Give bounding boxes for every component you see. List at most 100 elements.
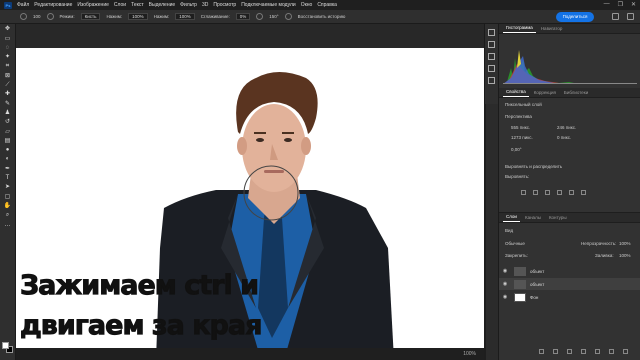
visibility-eye-icon[interactable]: ◉ (499, 281, 511, 287)
width-field[interactable]: 555 пикс. (511, 125, 530, 130)
layer-name[interactable]: Фон (530, 295, 538, 300)
menu-text[interactable]: Текст (131, 2, 144, 8)
align-left-icon[interactable] (521, 190, 526, 195)
visibility-eye-icon[interactable]: ◉ (499, 294, 511, 300)
brushes-panel-icon[interactable] (488, 77, 495, 84)
adjustment-icon[interactable] (581, 349, 586, 354)
y-field[interactable]: 0 пикс. (557, 135, 571, 140)
zoom-tool-icon[interactable]: ⌕ (4, 212, 12, 219)
healing-brush-icon[interactable]: ✚ (4, 91, 12, 98)
zoom-level[interactable]: 100% (463, 351, 476, 357)
align-right-icon[interactable] (545, 190, 550, 195)
eraser-tool-icon[interactable]: ▱ (4, 129, 12, 136)
blur-tool-icon[interactable]: ● (4, 147, 12, 154)
brush-preset-icon[interactable] (20, 13, 27, 20)
pen-tool-icon[interactable]: ✒ (4, 166, 12, 173)
height-field[interactable]: 1273 пикс. (511, 135, 533, 140)
brush-tool-icon[interactable]: ✎ (4, 101, 12, 108)
tab-navigator[interactable]: Навигатор (538, 26, 566, 33)
hand-tool-icon[interactable]: ✋ (4, 203, 12, 210)
paragraph-panel-icon[interactable] (488, 53, 495, 60)
tab-layers[interactable]: Слои (503, 214, 520, 222)
align-bottom-icon[interactable] (581, 190, 586, 195)
maximize-button[interactable]: ❐ (618, 1, 623, 8)
lasso-tool-icon[interactable]: ◌ (4, 45, 12, 52)
blend-mode-select[interactable]: Обычные (505, 241, 525, 246)
fill-label: Заливка: (595, 253, 614, 258)
menu-edit[interactable]: Редактирование (34, 2, 72, 8)
checkbox-icon[interactable] (284, 13, 292, 20)
character-panel-icon[interactable] (488, 65, 495, 72)
frame-tool-icon[interactable]: ⊠ (4, 73, 12, 80)
tab-properties[interactable]: Свойства (503, 89, 529, 97)
fx-icon[interactable] (553, 349, 558, 354)
menu-image[interactable]: Изображение (77, 2, 109, 8)
foreground-color-swatch[interactable] (2, 342, 9, 349)
tab-libraries[interactable]: Библиотеки (561, 90, 591, 97)
angle-value[interactable]: 150° (269, 14, 278, 19)
mask-icon[interactable] (567, 349, 572, 354)
angle-field[interactable]: 0,00° (511, 147, 522, 152)
menu-window[interactable]: Окно (301, 2, 313, 8)
tab-histogram[interactable]: Гистограмма (503, 25, 536, 33)
layer-row-selected[interactable]: ◉ объект (499, 278, 640, 290)
align-middle-icon[interactable] (569, 190, 574, 195)
crop-tool-icon[interactable]: ⌗ (4, 63, 12, 70)
pressure-input[interactable]: 100% (128, 13, 148, 20)
menu-plugins[interactable]: Подключаемые модули (241, 2, 295, 8)
tab-adjustments[interactable]: Коррекция (531, 90, 559, 97)
brush-settings-icon[interactable] (46, 13, 54, 20)
dodge-tool-icon[interactable]: ◐ (4, 156, 12, 163)
history-brush-icon[interactable]: ↺ (4, 119, 12, 126)
path-select-icon[interactable]: ➤ (4, 184, 12, 191)
restore-history-label[interactable]: Восстановить историю (298, 14, 346, 19)
menu-layers[interactable]: Слои (114, 2, 126, 8)
menu-3d[interactable]: 3D (202, 2, 208, 8)
menu-view[interactable]: Просмотр (213, 2, 236, 8)
menu-file[interactable]: Файл (17, 2, 29, 8)
align-buttons (521, 190, 586, 195)
stamp-tool-icon[interactable]: ♟ (4, 110, 12, 117)
layer-name[interactable]: объект (530, 269, 544, 274)
flow-input[interactable]: 100% (175, 13, 195, 20)
link-layers-icon[interactable] (539, 349, 544, 354)
opacity-input[interactable]: 100% (619, 241, 631, 246)
smoothing-input[interactable]: 0% (235, 13, 251, 20)
layer-filter-select[interactable]: Вид (505, 228, 513, 233)
tab-channels[interactable]: Каналы (522, 215, 544, 222)
mode-label: Режим: (59, 14, 75, 19)
mode-select[interactable]: Кисть (80, 13, 101, 20)
magic-wand-tool-icon[interactable]: ✦ (4, 54, 12, 61)
x-field[interactable]: 246 пикс. (557, 125, 576, 130)
type-tool-icon[interactable]: T (4, 175, 12, 182)
eyedropper-tool-icon[interactable]: ⟋ (4, 82, 12, 89)
actions-panel-icon[interactable] (488, 41, 495, 48)
trash-icon[interactable] (623, 349, 628, 354)
fill-input[interactable]: 100% (619, 253, 631, 258)
tab-paths[interactable]: Контуры (546, 215, 570, 222)
menu-help[interactable]: Справка (317, 2, 337, 8)
workspace-icon[interactable] (627, 13, 634, 20)
layer-row-background[interactable]: ◉ Фон (499, 291, 640, 303)
move-tool-icon[interactable]: ✥ (4, 26, 12, 33)
gear-icon[interactable] (256, 13, 264, 20)
align-center-icon[interactable] (533, 190, 538, 195)
gradient-tool-icon[interactable]: ▤ (4, 138, 12, 145)
layer-row[interactable]: ◉ объект (499, 265, 640, 277)
shape-tool-icon[interactable]: ▢ (4, 194, 12, 201)
menu-filter[interactable]: Фильтр (180, 2, 197, 8)
brush-size-value[interactable]: 100 (33, 14, 41, 19)
menu-select[interactable]: Выделение (149, 2, 176, 8)
search-icon[interactable] (612, 13, 619, 20)
layer-name[interactable]: объект (530, 282, 544, 287)
share-button[interactable]: Поделиться (556, 12, 594, 22)
align-top-icon[interactable] (557, 190, 562, 195)
minimize-button[interactable]: — (604, 1, 610, 8)
artboard-tool-icon[interactable]: ▭ (4, 36, 12, 43)
history-panel-icon[interactable] (488, 29, 495, 36)
folder-icon[interactable] (595, 349, 600, 354)
close-button[interactable]: ✕ (631, 1, 636, 8)
visibility-eye-icon[interactable]: ◉ (499, 268, 511, 274)
more-tools-icon[interactable]: … (4, 222, 12, 228)
new-layer-icon[interactable] (609, 349, 614, 354)
